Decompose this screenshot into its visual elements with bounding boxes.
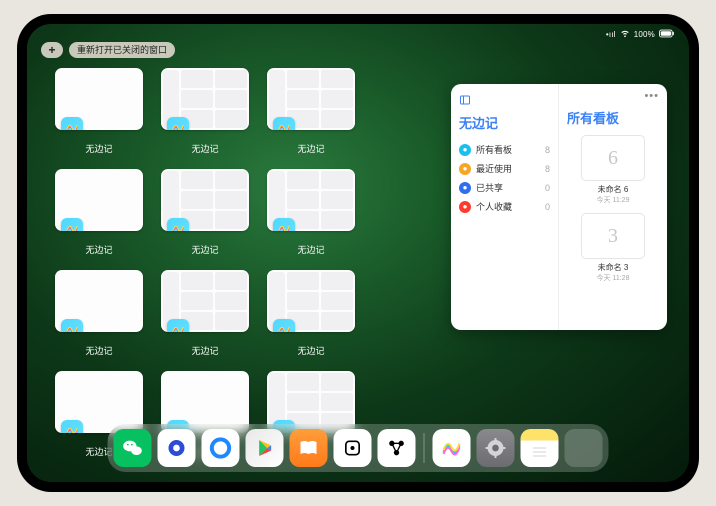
panel-right-title: 所有看板 (567, 108, 659, 127)
board-date: 今天 11:29 (567, 195, 659, 205)
board-thumb: 6 (581, 135, 645, 181)
app-card[interactable]: 无边记 (55, 270, 143, 357)
app-card-label: 无边记 (297, 142, 324, 155)
app-card-label: 无边记 (85, 243, 112, 256)
app-card[interactable]: 无边记 (55, 68, 143, 155)
app-card[interactable]: 无边记 (267, 270, 355, 357)
category-icon: ● (459, 201, 471, 213)
app-card-label: 无边记 (297, 344, 324, 357)
app-card-thumb (267, 270, 355, 332)
sidebar-item[interactable]: ● 所有看板 8 (459, 140, 550, 159)
sidebar-toggle-icon[interactable] (459, 94, 550, 109)
sidebar-item-count: 0 (545, 183, 550, 193)
freeform-app-icon (273, 218, 295, 231)
app-card-label: 无边记 (297, 243, 324, 256)
app-card-label: 无边记 (191, 142, 218, 155)
freeform-app-icon (167, 117, 189, 130)
app-card-label: 无边记 (191, 344, 218, 357)
app-card[interactable]: 无边记 (55, 169, 143, 256)
freeform-app-icon (61, 319, 83, 332)
sidebar-item-count: 0 (545, 202, 550, 212)
board-date: 今天 11:28 (567, 273, 659, 283)
game-icon[interactable] (334, 429, 372, 467)
category-icon: ● (459, 163, 471, 175)
settings-icon[interactable] (477, 429, 515, 467)
battery-label: 100% (634, 30, 655, 39)
sidebar-item-label: 个人收藏 (476, 200, 540, 213)
panel-left-title: 无边记 (459, 113, 550, 132)
app-card[interactable]: 无边记 (161, 68, 249, 155)
freeform-panel: 无边记 ● 所有看板 8 ● 最近使用 8 ● 已共享 0 ● 个人收藏 0 ••• 所有看板 6 未命… (451, 84, 667, 330)
sidebar-item-label: 已共享 (476, 181, 540, 194)
panel-boards: ••• 所有看板 6 未命名 6今天 11:29 3 未命名 3今天 11:28 (559, 84, 667, 330)
sidebar-item-count: 8 (545, 145, 550, 155)
connect-icon[interactable] (378, 429, 416, 467)
app-card-label: 无边记 (85, 344, 112, 357)
category-icon: ● (459, 182, 471, 194)
sidebar-item[interactable]: ● 最近使用 8 (459, 159, 550, 178)
wifi-icon (620, 28, 630, 40)
freeform-app-icon (61, 218, 83, 231)
signal-icon: •ııl (606, 30, 616, 39)
sidebar-item[interactable]: ● 个人收藏 0 (459, 197, 550, 216)
ipad-device: •ııl 100% + 重新打开已关闭的窗口 无边记无边记无边记无边记无边记无边… (17, 14, 699, 492)
freeform-app-icon (273, 319, 295, 332)
board-item[interactable]: 3 未命名 3今天 11:28 (567, 213, 659, 283)
app-card-thumb (267, 169, 355, 231)
notes-icon[interactable] (521, 429, 559, 467)
app-card[interactable]: 无边记 (161, 169, 249, 256)
board-name: 未命名 6 (567, 184, 659, 195)
books-icon[interactable] (290, 429, 328, 467)
app-card-label: 无边记 (85, 142, 112, 155)
app-card-thumb (55, 169, 143, 231)
more-icon[interactable]: ••• (644, 90, 659, 102)
app-card-thumb (161, 68, 249, 130)
top-controls: + 重新打开已关闭的窗口 (41, 42, 175, 58)
app-switcher: 无边记无边记无边记无边记无边记无边记无边记无边记无边记无边记无边记无边记 (55, 68, 461, 458)
add-button[interactable]: + (41, 42, 63, 58)
reopen-closed-window-button[interactable]: 重新打开已关闭的窗口 (69, 42, 175, 58)
app-card[interactable]: 无边记 (161, 270, 249, 357)
app-card-thumb (161, 169, 249, 231)
sidebar-item-label: 最近使用 (476, 162, 540, 175)
dock (108, 424, 609, 472)
panel-sidebar: 无边记 ● 所有看板 8 ● 最近使用 8 ● 已共享 0 ● 个人收藏 0 (451, 84, 559, 330)
freeform-icon[interactable] (433, 429, 471, 467)
recent-apps-folder[interactable] (565, 429, 603, 467)
qq-browser-icon[interactable] (202, 429, 240, 467)
sidebar-item-label: 所有看板 (476, 143, 540, 156)
battery-icon (659, 29, 675, 40)
sidebar-item-count: 8 (545, 164, 550, 174)
screen: •ııl 100% + 重新打开已关闭的窗口 无边记无边记无边记无边记无边记无边… (27, 24, 689, 482)
board-name: 未命名 3 (567, 262, 659, 273)
app-card-thumb (267, 68, 355, 130)
play-icon[interactable] (246, 429, 284, 467)
freeform-app-icon (273, 117, 295, 130)
browser-icon[interactable] (158, 429, 196, 467)
wechat-icon[interactable] (114, 429, 152, 467)
board-item[interactable]: 6 未命名 6今天 11:29 (567, 135, 659, 205)
app-card-label: 无边记 (191, 243, 218, 256)
sidebar-item[interactable]: ● 已共享 0 (459, 178, 550, 197)
app-card-thumb (161, 270, 249, 332)
board-thumb: 3 (581, 213, 645, 259)
freeform-app-icon (61, 420, 83, 433)
freeform-app-icon (167, 319, 189, 332)
app-card-thumb (55, 68, 143, 130)
category-icon: ● (459, 144, 471, 156)
app-card[interactable]: 无边记 (267, 68, 355, 155)
freeform-app-icon (167, 218, 189, 231)
freeform-app-icon (61, 117, 83, 130)
status-bar: •ııl 100% (606, 28, 675, 40)
app-card-thumb (55, 270, 143, 332)
dock-separator (424, 433, 425, 463)
app-card[interactable]: 无边记 (267, 169, 355, 256)
